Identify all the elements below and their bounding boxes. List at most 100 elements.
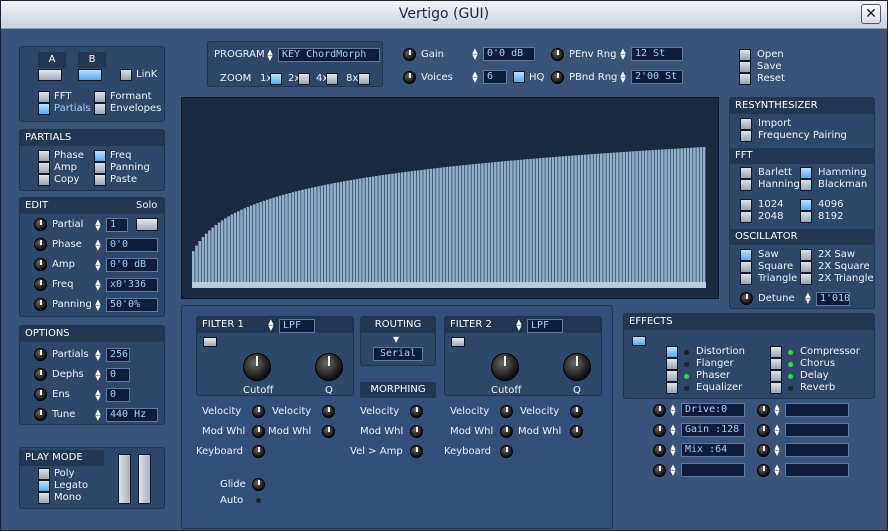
f1-keyboard-knob[interactable] bbox=[252, 445, 265, 458]
hq-checkbox[interactable] bbox=[513, 71, 525, 83]
detune-field[interactable]: 1'010 bbox=[816, 292, 850, 306]
fx-param1-knob[interactable] bbox=[653, 404, 666, 417]
paste-button[interactable] bbox=[94, 174, 106, 186]
fx-param3-field[interactable]: Mix :64 bbox=[681, 443, 745, 457]
filter1-cutoff-knob[interactable] bbox=[243, 353, 271, 381]
partial-stepper-icon[interactable]: ▲ ▼ bbox=[94, 219, 102, 232]
open-button[interactable] bbox=[739, 49, 751, 61]
fx-param6-knob[interactable] bbox=[757, 424, 770, 437]
freq-knob[interactable] bbox=[34, 278, 47, 291]
amp-checkbox[interactable] bbox=[38, 162, 50, 174]
reset-button[interactable] bbox=[739, 73, 751, 85]
f1-modwhl-knob[interactable] bbox=[252, 425, 265, 438]
freq-pairing-checkbox[interactable] bbox=[740, 130, 752, 142]
ens-field[interactable]: 0 bbox=[106, 388, 130, 402]
detune-stepper-icon[interactable]: ▲ ▼ bbox=[804, 292, 812, 305]
legato-checkbox[interactable] bbox=[38, 480, 50, 492]
filter1-type-field[interactable]: LPF bbox=[279, 319, 315, 333]
triangle-checkbox[interactable] bbox=[740, 273, 752, 285]
amp-field[interactable]: 0'0 dB bbox=[106, 258, 158, 272]
b-button[interactable] bbox=[78, 69, 102, 81]
dephs-field[interactable]: 0 bbox=[106, 368, 130, 382]
square-checkbox[interactable] bbox=[740, 261, 752, 273]
flanger-checkbox[interactable] bbox=[666, 358, 678, 370]
phase-checkbox[interactable] bbox=[38, 150, 50, 162]
phaser-checkbox[interactable] bbox=[666, 370, 678, 382]
partials-count-knob[interactable] bbox=[34, 348, 47, 361]
fx-param1-stepper-icon[interactable]: ▲ ▼ bbox=[669, 404, 677, 417]
fx-param8-field[interactable] bbox=[785, 463, 849, 477]
f2-modwhl2-knob[interactable] bbox=[570, 425, 583, 438]
envelopes-checkbox[interactable] bbox=[94, 103, 106, 115]
triangle2-checkbox[interactable] bbox=[800, 273, 812, 285]
delay-checkbox[interactable] bbox=[770, 370, 782, 382]
fx-param2-field[interactable]: Gain :128 bbox=[681, 423, 745, 437]
ens-stepper-icon[interactable]: ▲ ▼ bbox=[94, 389, 102, 402]
poly-checkbox[interactable] bbox=[38, 468, 50, 480]
f1-velocity2-knob[interactable] bbox=[322, 405, 335, 418]
saw-checkbox[interactable] bbox=[740, 249, 752, 261]
partials-stepper-icon[interactable]: ▲ ▼ bbox=[94, 349, 102, 362]
fx-param5-stepper-icon[interactable]: ▲ ▼ bbox=[773, 404, 781, 417]
blackman-checkbox[interactable] bbox=[800, 179, 812, 191]
amp-stepper-icon[interactable]: ▲ ▼ bbox=[94, 259, 102, 272]
distortion-checkbox[interactable] bbox=[666, 346, 678, 358]
fx-param8-stepper-icon[interactable]: ▲ ▼ bbox=[773, 464, 781, 477]
zoom-4x-checkbox[interactable] bbox=[326, 73, 338, 85]
dephs-knob[interactable] bbox=[34, 368, 47, 381]
square2-checkbox[interactable] bbox=[800, 261, 812, 273]
save-button[interactable] bbox=[739, 61, 751, 73]
glide-knob[interactable] bbox=[252, 478, 265, 491]
penv-knob[interactable] bbox=[551, 48, 564, 61]
voices-field[interactable]: 6 bbox=[483, 70, 507, 84]
partial-knob[interactable] bbox=[34, 218, 47, 231]
fx-param4-stepper-icon[interactable]: ▲ ▼ bbox=[669, 464, 677, 477]
fft-checkbox[interactable] bbox=[38, 91, 50, 103]
a-button[interactable] bbox=[38, 69, 62, 81]
tune-field[interactable]: 440 Hz bbox=[106, 408, 158, 422]
mono-checkbox[interactable] bbox=[38, 492, 50, 504]
phase-field[interactable]: 0'0 bbox=[106, 238, 158, 252]
hanning-checkbox[interactable] bbox=[740, 179, 752, 191]
pitch-wheel-slider[interactable] bbox=[118, 454, 131, 504]
filter1-enable-button[interactable] bbox=[203, 337, 217, 347]
fx-param6-field[interactable] bbox=[785, 423, 849, 437]
routing-dropdown-icon[interactable]: ▼ bbox=[393, 335, 399, 344]
panning-stepper-icon[interactable]: ▲ ▼ bbox=[94, 299, 102, 312]
saw2-checkbox[interactable] bbox=[800, 249, 812, 261]
fx-param3-knob[interactable] bbox=[653, 444, 666, 457]
zoom-8x-checkbox[interactable] bbox=[358, 73, 370, 85]
filter2-type-field[interactable]: LPF bbox=[527, 319, 563, 333]
f2-velocity-knob[interactable] bbox=[500, 405, 513, 418]
effects-enable-button[interactable] bbox=[632, 336, 646, 346]
spectrum-display[interactable] bbox=[181, 97, 719, 299]
size-8192-checkbox[interactable] bbox=[800, 211, 812, 223]
copy-button[interactable] bbox=[38, 174, 50, 186]
pbnd-stepper-icon[interactable]: ▲ ▼ bbox=[619, 71, 627, 84]
size-4096-checkbox[interactable] bbox=[800, 199, 812, 211]
fx-param7-knob[interactable] bbox=[757, 444, 770, 457]
tune-knob[interactable] bbox=[34, 408, 47, 421]
hamming-checkbox[interactable] bbox=[800, 167, 812, 179]
gain-knob[interactable] bbox=[403, 48, 416, 61]
phase-knob[interactable] bbox=[34, 238, 47, 251]
dephs-stepper-icon[interactable]: ▲ ▼ bbox=[94, 369, 102, 382]
partial-field[interactable]: 1 bbox=[106, 218, 128, 232]
f2-keyboard-knob[interactable] bbox=[500, 445, 513, 458]
pbnd-knob[interactable] bbox=[551, 71, 564, 84]
program-stepper-icon[interactable]: ▲ ▼ bbox=[266, 49, 274, 62]
chorus-checkbox[interactable] bbox=[770, 358, 782, 370]
fx-param6-stepper-icon[interactable]: ▲ ▼ bbox=[773, 424, 781, 437]
filter2-cutoff-knob[interactable] bbox=[491, 353, 519, 381]
freq-stepper-icon[interactable]: ▲ ▼ bbox=[94, 279, 102, 292]
panning-knob[interactable] bbox=[34, 298, 47, 311]
equalizer-checkbox[interactable] bbox=[666, 382, 678, 394]
morph-modwhl-knob[interactable] bbox=[410, 425, 423, 438]
program-field[interactable]: KEY ChordMorph bbox=[278, 48, 380, 62]
f2-modwhl-knob[interactable] bbox=[500, 425, 513, 438]
f1-velocity-knob[interactable] bbox=[252, 405, 265, 418]
ens-knob[interactable] bbox=[34, 388, 47, 401]
pbnd-field[interactable]: 2'00 St bbox=[631, 70, 683, 84]
gain-stepper-icon[interactable]: ▲ ▼ bbox=[471, 48, 479, 61]
fx-param5-knob[interactable] bbox=[757, 404, 770, 417]
